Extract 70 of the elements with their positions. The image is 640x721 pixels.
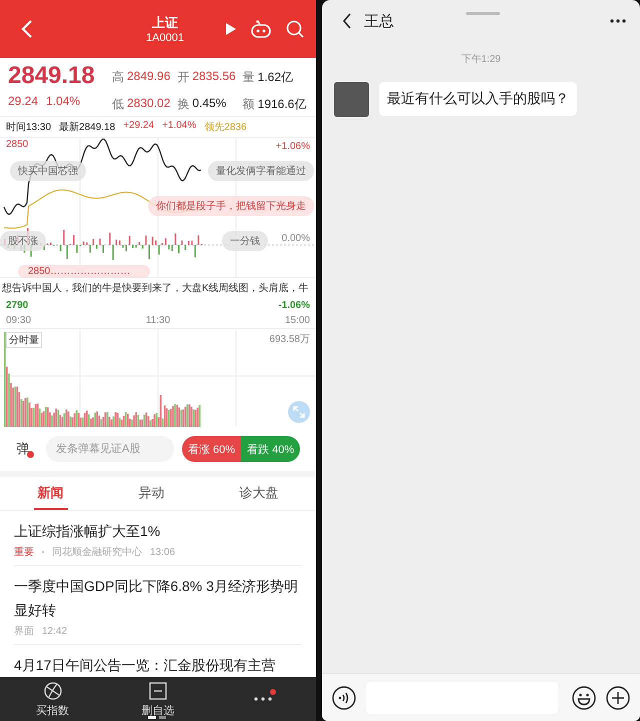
time-label: 11:30 <box>146 315 170 326</box>
minus-square-icon <box>148 680 168 700</box>
emoji-icon[interactable] <box>572 686 596 710</box>
chart-info-text: +1.04% <box>162 120 196 133</box>
stat-value: 2830.02 <box>127 96 170 112</box>
axis-label: 0.00% <box>282 233 310 244</box>
axis-label: 2850 <box>6 139 28 150</box>
stat-value: 2849.96 <box>127 69 170 85</box>
stat-value: 1916.6亿 <box>258 96 306 112</box>
news-headline[interactable]: 一季度中国GDP同比下降6.8% 3月经济形势明显好转 <box>14 574 302 622</box>
chart-info-text: +29.24 <box>123 120 154 133</box>
vote-button[interactable]: 看涨 60% <box>182 436 242 462</box>
page-indicator-icon <box>148 716 166 719</box>
price-change: 29.24 <box>8 94 38 108</box>
news-time: 12:42 <box>42 626 68 636</box>
toolbar-button[interactable]: 买指数 <box>36 680 70 718</box>
danmaku-bubble: 你们都是段子手，把钱留下光身走 <box>148 196 314 216</box>
stat-label: 开 <box>177 69 190 86</box>
news-source: 界面 <box>14 625 34 638</box>
stat-label: 额 <box>242 96 255 112</box>
chart-info-text: 领先2836 <box>204 120 247 134</box>
chart-info-text: 时间13:30 <box>6 120 52 134</box>
comment-input[interactable]: 发条弹幕见证A股 <box>46 436 174 462</box>
stock-code: 1A0001 <box>145 32 185 44</box>
plus-icon[interactable] <box>606 686 630 710</box>
axis-label: +1.06% <box>276 141 310 152</box>
stat-label: 换 <box>177 96 190 112</box>
danmaku-bubble: 股不涨 <box>0 231 46 251</box>
stat-label: 高 <box>112 69 124 86</box>
news-headline[interactable]: 4月17日午间公告一览：汇金股份现有主营 <box>14 653 302 677</box>
news-tab[interactable]: 新闻 <box>34 477 68 510</box>
stat-label: 低 <box>112 96 124 112</box>
danmaku-bubble: 一分钱 <box>222 231 268 251</box>
message-bubble: 最近有什么可以入手的股吗？ <box>379 82 577 116</box>
news-tag: 重要 <box>14 545 34 559</box>
last-price: 2849.18 <box>8 62 96 90</box>
news-source: 同花顺金融研究中心 <box>52 546 142 559</box>
axis-label: 2790 <box>6 300 28 311</box>
toolbar-button[interactable]: 删自选 <box>141 680 174 718</box>
message-time: 下午1:29 <box>460 53 502 66</box>
chart-label: 分时量 <box>6 332 42 348</box>
chat-title: 王总 <box>364 12 394 30</box>
percent-change: 1.04% <box>46 94 80 108</box>
chart-info-text: 最新2849.18 <box>59 120 116 134</box>
voice-icon[interactable] <box>332 686 356 710</box>
stock-name: 上证 <box>151 14 179 32</box>
news-tab[interactable]: 异动 <box>134 477 168 510</box>
back-icon[interactable] <box>342 13 352 29</box>
axis-label: -1.06% <box>278 300 310 311</box>
robot-icon[interactable] <box>250 20 272 38</box>
more-icon[interactable] <box>254 697 272 701</box>
stat-value: 0.45% <box>192 96 226 112</box>
axis-label: 693.58万 <box>269 333 310 346</box>
play-icon[interactable] <box>226 23 236 35</box>
danmaku-toggle[interactable]: 弹 <box>8 440 38 458</box>
danmaku-bubble: 快买中国芯强 <box>10 161 86 181</box>
search-icon[interactable] <box>286 20 304 38</box>
more-icon[interactable] <box>610 19 626 23</box>
ball-icon <box>42 680 63 700</box>
news-time: 13:06 <box>150 546 176 558</box>
news-headline[interactable]: 上证综指涨幅扩大至1% <box>14 519 302 543</box>
stat-value: 2835.56 <box>192 69 236 85</box>
danmaku-bubble: 量化发俩字看能通过 <box>208 161 314 181</box>
news-tab[interactable]: 诊大盘 <box>236 477 282 510</box>
time-label: 09:30 <box>6 315 32 326</box>
danmaku-bubble: 2850…………………… <box>18 265 150 278</box>
stat-label: 量 <box>242 69 255 86</box>
stat-value: 1.62亿 <box>258 69 294 86</box>
drag-handle[interactable] <box>466 12 500 15</box>
time-label: 15:00 <box>284 315 310 326</box>
